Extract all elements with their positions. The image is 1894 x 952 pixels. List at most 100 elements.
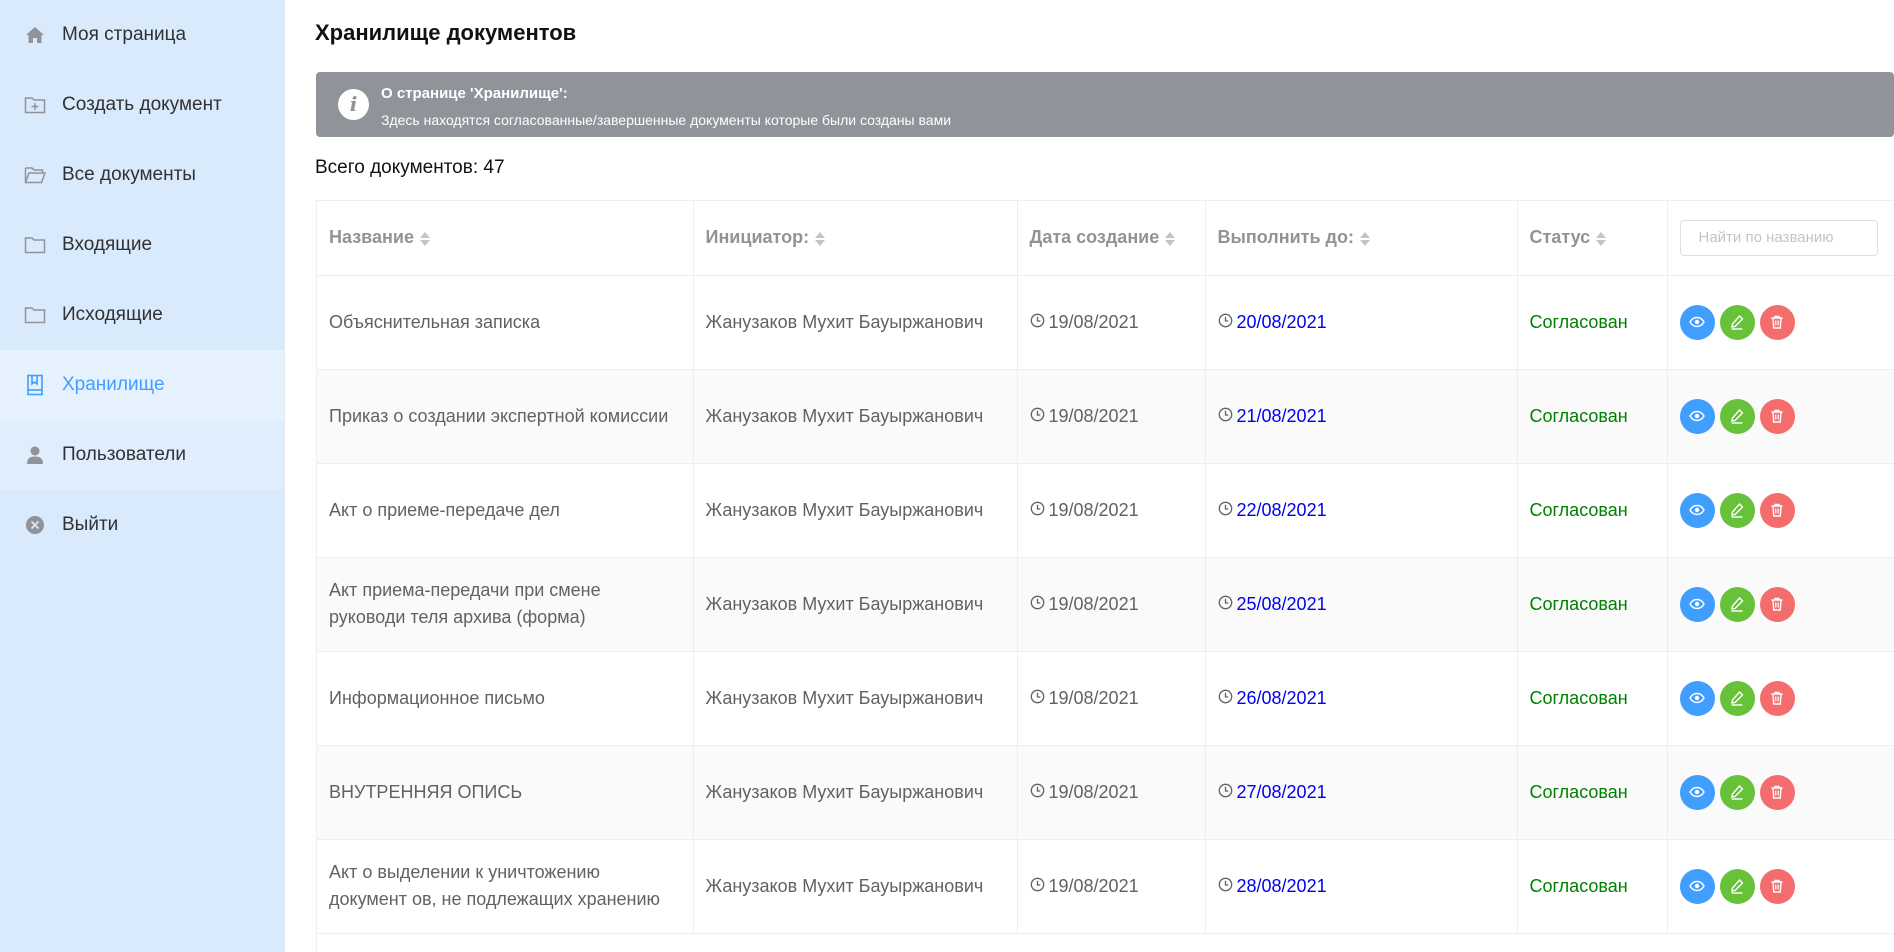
due-date: 20/08/2021 [1236,311,1327,332]
initiator-name: Жанузаков Мухит Бауыржанович [705,499,984,520]
delete-icon [1771,315,1783,329]
due-date: 26/08/2021 [1236,687,1327,708]
cell-due: 20/08/2021 [1205,275,1518,370]
info-alert-title: О странице 'Хранилище': [381,85,568,102]
delete-button[interactable] [1759,492,1795,528]
created-date: 19/08/2021 [1048,593,1139,614]
created-date: 19/08/2021 [1048,311,1139,332]
row-actions [1679,304,1883,340]
view-button[interactable] [1679,868,1715,904]
due-date: 21/08/2021 [1236,405,1327,426]
sort-icon[interactable] [1596,231,1607,247]
row-actions [1679,586,1883,622]
delete-button[interactable] [1759,304,1795,340]
column-header-status[interactable]: Статус [1517,201,1668,276]
cell-due: 26/08/2021 [1205,651,1518,746]
cell-name: Акт приема-передачи при смене руководи т… [317,557,694,652]
column-header-name[interactable]: Название [317,201,694,276]
edit-icon [1731,408,1744,424]
cell-due: 25/08/2021 [1205,557,1518,652]
search-input[interactable] [1679,219,1878,256]
edit-button[interactable] [1719,492,1755,528]
cell-name: Объяснительная записка [317,275,694,370]
edit-icon [1731,878,1744,894]
view-button[interactable] [1679,586,1715,622]
sidebar-item-storage[interactable]: Хранилище [0,350,284,420]
document-name: Информационное письмо [329,687,545,708]
view-icon [1689,692,1705,704]
edit-button[interactable] [1719,586,1755,622]
sort-icon[interactable] [1359,231,1370,247]
due-date: 27/08/2021 [1236,781,1327,802]
sidebar-item-incoming[interactable]: Входящие [0,210,284,280]
clock-icon [1218,783,1232,798]
status-badge: Согласован [1529,593,1628,614]
delete-button[interactable] [1759,680,1795,716]
document-name: Объяснительная записка [329,311,541,332]
clock-icon [1218,313,1232,328]
sidebar-item-create-document[interactable]: Создать документ [0,70,284,140]
cell-created: 19/08/2021 [1017,651,1206,746]
edit-button[interactable] [1719,304,1755,340]
cell-initiator: Жанузаков Мухит Бауыржанович [693,463,1018,558]
edit-button[interactable] [1719,868,1755,904]
view-button[interactable] [1679,304,1715,340]
view-button[interactable] [1679,398,1715,434]
column-header-label: Выполнить до: [1217,227,1354,248]
edit-button[interactable] [1719,398,1755,434]
delete-button[interactable] [1759,398,1795,434]
cell-status: Согласован [1517,275,1668,370]
row-actions [1679,398,1883,434]
edit-button[interactable] [1719,680,1755,716]
documents-table: Название Инициатор: Дата создание Выполн… [316,200,1894,952]
cell-due: 22/08/2021 [1205,463,1518,558]
initiator-name: Жанузаков Мухит Бауыржанович [705,405,984,426]
table-row: ВНУТРЕННЯЯ ОПИСЬ Жанузаков Мухит Бауыржа… [317,745,1894,840]
initiator-name: Жанузаков Мухит Бауыржанович [705,593,984,614]
delete-button[interactable] [1759,586,1795,622]
cell-name: Акт о приеме-передаче дел [317,463,694,558]
status-badge: Согласован [1529,875,1628,896]
clock-icon [1030,313,1044,328]
cell-actions [1667,275,1894,370]
cell-status: Согласован [1517,557,1668,652]
sort-icon[interactable] [1165,231,1176,247]
sort-icon[interactable] [815,231,826,247]
created-date: 19/08/2021 [1048,405,1139,426]
cell-name: Информационное письмо [317,651,694,746]
user-icon [24,444,46,466]
column-header-label: Дата создание [1029,227,1160,248]
status-badge: Согласован [1529,405,1628,426]
sidebar-item-outgoing[interactable]: Исходящие [0,280,284,350]
clock-icon [1218,689,1232,704]
edit-button[interactable] [1719,774,1755,810]
sidebar-item-label: Пользователи [62,444,187,465]
initiator-name: Жанузаков Мухит Бауыржанович [705,311,984,332]
view-icon [1689,598,1705,610]
column-header-label: Инициатор: [705,227,810,248]
cell-actions [1667,557,1894,652]
total-documents-count: Всего документов: 47 [315,157,505,178]
sidebar-item-label: Создать документ [62,94,222,115]
column-header-label: Статус [1529,227,1591,248]
delete-button[interactable] [1759,774,1795,810]
sidebar-item-logout[interactable]: Выйти [0,490,284,560]
column-header-initiator[interactable]: Инициатор: [693,201,1018,276]
sidebar-item-my-page[interactable]: Моя страница [0,0,284,70]
cell-name: ВНУТРЕННЯЯ ОПИСЬ [317,745,694,840]
view-button[interactable] [1679,492,1715,528]
sidebar: Моя страница Создать документ Все докуме… [0,0,285,952]
sort-icon[interactable] [419,231,430,247]
cell-name: Приказ о создании экспертной комиссии [317,369,694,464]
view-button[interactable] [1679,774,1715,810]
delete-button[interactable] [1759,868,1795,904]
folder-opened-icon [24,164,46,186]
sidebar-item-all-documents[interactable]: Все документы [0,140,284,210]
sidebar-item-label: Исходящие [62,304,163,325]
view-button[interactable] [1679,680,1715,716]
column-header-label: Название [329,227,414,248]
sidebar-item-users[interactable]: Пользователи [0,420,284,490]
column-header-created[interactable]: Дата создание [1017,201,1206,276]
column-header-due[interactable]: Выполнить до: [1205,201,1518,276]
cell-status: Согласован [1517,651,1668,746]
